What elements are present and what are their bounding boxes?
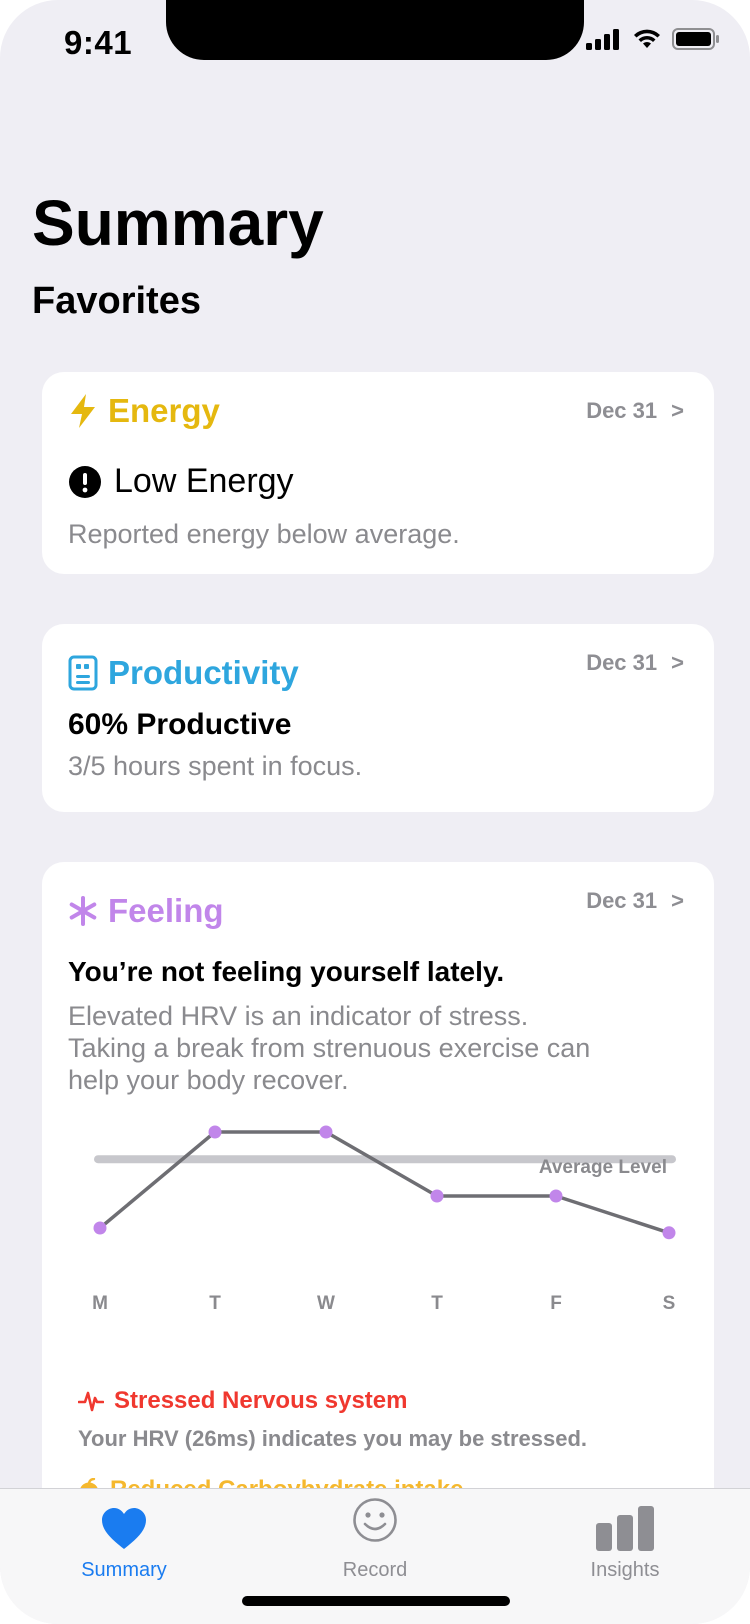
- alert-stressed-text: Your HRV (26ms) indicates you may be str…: [78, 1426, 588, 1451]
- average-level-label: Average Level: [539, 1157, 667, 1178]
- tab-summary[interactable]: Summary: [44, 1489, 204, 1599]
- x-axis-tick-label: M: [92, 1293, 108, 1314]
- productivity-subtext: 3/5 hours spent in focus.: [68, 751, 363, 781]
- alert-stressed-row: Stressed Nervous system: [78, 1387, 407, 1415]
- hrv-data-point: [208, 1125, 222, 1139]
- energy-date-text: Dec 31: [586, 398, 658, 423]
- exclamation-circle-icon: [69, 465, 101, 498]
- energy-headline: Low Energy: [114, 462, 294, 500]
- chevron-right-icon: >: [671, 398, 684, 423]
- feeling-card[interactable]: Feeling Dec 31 > You’re not feeling your…: [42, 862, 714, 1542]
- x-axis-tick-label: S: [663, 1293, 676, 1314]
- productivity-date-text: Dec 31: [586, 650, 658, 675]
- heart-icon: [102, 1508, 146, 1549]
- energy-headline-row: Low Energy: [68, 462, 294, 501]
- energy-card-title: Energy: [108, 392, 220, 429]
- x-axis-tick-label: W: [317, 1293, 335, 1314]
- x-axis-tick-label: T: [431, 1293, 443, 1314]
- document-icon: [68, 655, 98, 691]
- hrv-data-point: [319, 1125, 333, 1139]
- energy-card[interactable]: Energy Dec 31 > Low Energy Reported ener…: [42, 372, 714, 574]
- energy-subtext: Reported energy below average.: [68, 519, 460, 549]
- productivity-card-header: Productivity: [68, 654, 299, 692]
- hrv-line-chart: Average Level M T W T F S: [92, 1125, 676, 1314]
- hrv-data-point: [93, 1221, 107, 1235]
- tab-insights-label: Insights: [590, 1559, 660, 1581]
- x-axis-tick-label: T: [209, 1293, 221, 1314]
- phone-screen: 9:41 Summary Favorites Energy Dec 31 > L…: [0, 0, 750, 1624]
- status-icons: [586, 28, 720, 50]
- status-time: 9:41: [64, 24, 133, 61]
- hrv-data-point: [662, 1226, 676, 1240]
- battery-icon: [672, 28, 719, 50]
- signal-icon: [586, 29, 619, 50]
- productivity-card-date[interactable]: Dec 31 >: [586, 650, 684, 676]
- section-title-favorites: Favorites: [32, 280, 201, 322]
- hrv-series-line: [98, 1130, 670, 1235]
- alert-stressed-title: Stressed Nervous system: [114, 1387, 408, 1414]
- wifi-icon: [634, 29, 660, 48]
- hrv-data-point: [549, 1189, 563, 1203]
- productivity-headline: 60% Productive: [68, 708, 292, 741]
- home-indicator: [242, 1596, 510, 1606]
- x-axis-tick-label: F: [550, 1293, 562, 1314]
- bolt-icon: [71, 394, 95, 428]
- productivity-card[interactable]: Productivity Dec 31 > 60% Productive 3/5…: [42, 624, 714, 812]
- tab-record[interactable]: Record: [295, 1489, 455, 1599]
- page-title: Summary: [32, 187, 324, 259]
- tab-summary-label: Summary: [81, 1559, 167, 1581]
- productivity-card-title: Productivity: [108, 654, 299, 691]
- smiley-icon: [353, 1498, 397, 1542]
- bar-chart-icon: [596, 1506, 654, 1551]
- tab-insights[interactable]: Insights: [545, 1489, 705, 1599]
- tab-record-label: Record: [342, 1559, 408, 1581]
- energy-card-header: Energy: [68, 392, 220, 430]
- notch: [166, 0, 584, 60]
- energy-card-date[interactable]: Dec 31 >: [586, 398, 684, 424]
- heartbeat-icon: [78, 1391, 104, 1412]
- chevron-right-icon: >: [671, 650, 684, 675]
- hrv-data-point: [430, 1189, 444, 1203]
